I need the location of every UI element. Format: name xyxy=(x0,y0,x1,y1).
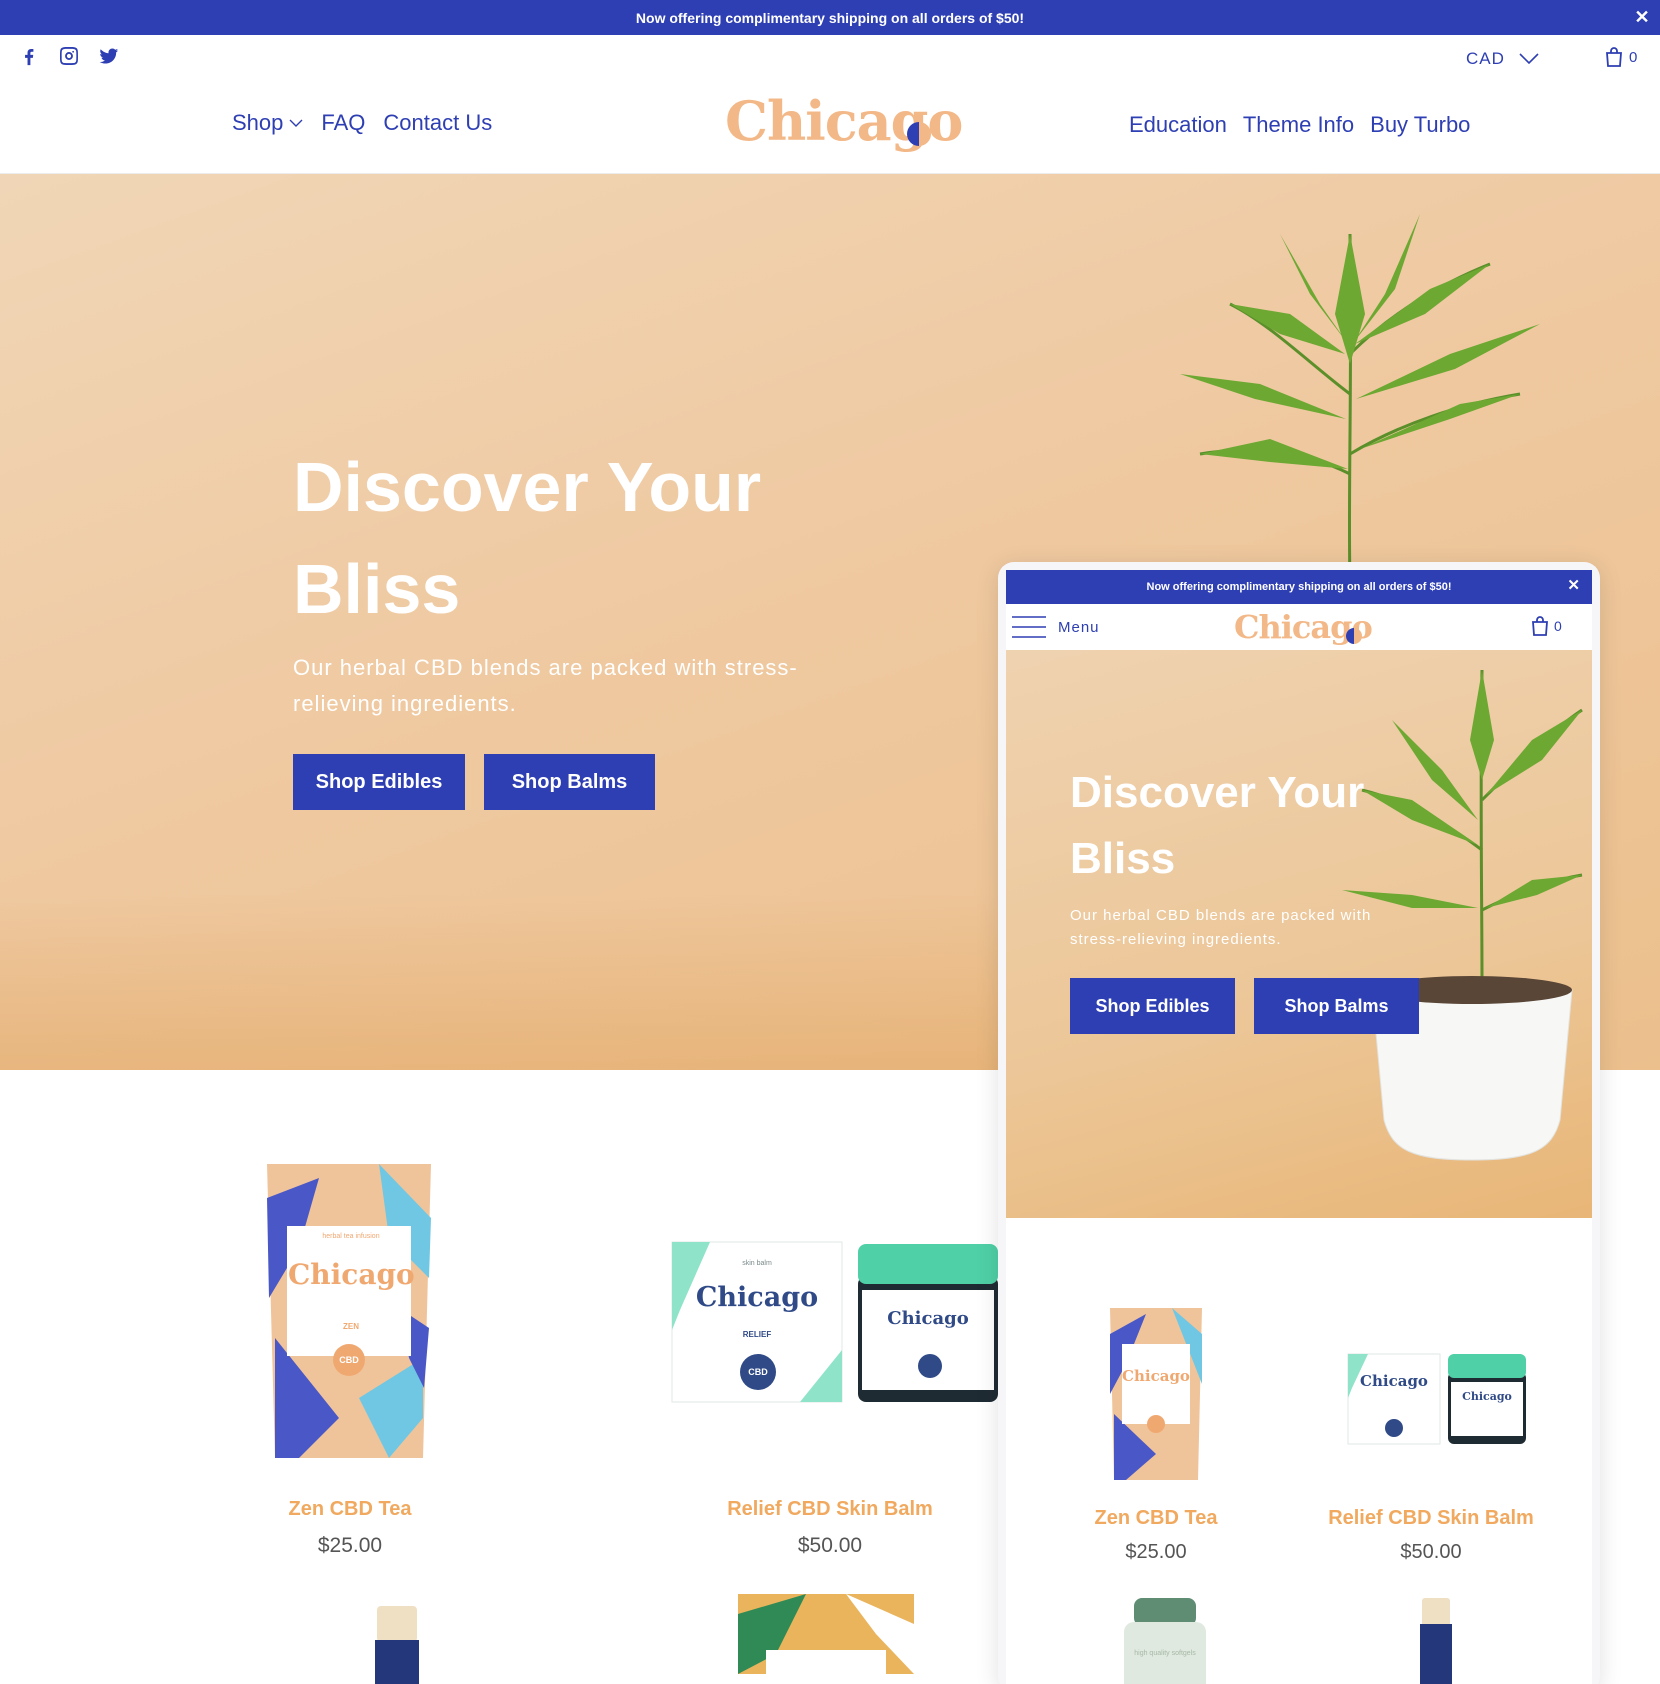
hero-title: Discover Your Bliss xyxy=(293,448,762,628)
nav-item-contact[interactable]: Contact Us xyxy=(383,110,492,136)
balm-tag: skin balm xyxy=(742,1260,772,1267)
chevron-down-icon xyxy=(289,119,303,127)
balm-brand: Chicago xyxy=(695,1282,819,1313)
nav-item-label: Shop xyxy=(232,110,284,135)
shop-edibles-button[interactable]: Shop Edibles xyxy=(293,754,465,810)
product-title[interactable]: Zen CBD Tea xyxy=(240,1498,460,1521)
mobile-product-title[interactable]: Relief CBD Skin Balm xyxy=(1296,1507,1566,1530)
mobile-hero-subtitle: Our herbal CBD blends are packed with st… xyxy=(1070,907,1372,948)
nav-item-label: Theme Info xyxy=(1242,112,1355,137)
pouch-variant: ZEN xyxy=(343,1322,359,1331)
menu-label: Menu xyxy=(1058,618,1100,636)
balm-brand: Chicago xyxy=(1360,1372,1428,1390)
pouch-tag: herbal tea infusion xyxy=(322,1233,380,1240)
announcement-bar: Now offering complimentary shipping on a… xyxy=(0,0,1660,35)
pouch-brand: Chicago xyxy=(1122,1367,1190,1385)
instagram-icon[interactable] xyxy=(58,45,80,67)
lip-balm-image xyxy=(375,1606,419,1684)
nav-item-label: Education xyxy=(1129,112,1227,137)
mobile-cart-button[interactable]: 0 xyxy=(1531,616,1562,636)
social-links xyxy=(18,45,120,67)
mobile-hero-title: Discover Your Bliss xyxy=(1070,768,1365,883)
cart-count: 0 xyxy=(1629,48,1638,66)
mobile-shop-edibles-button[interactable]: Shop Edibles xyxy=(1070,978,1235,1034)
cart-button[interactable]: 0 xyxy=(1605,47,1637,67)
hero-subtitle: Our herbal CBD blends are packed with st… xyxy=(293,655,798,716)
site-header: CAD 0 Shop FAQ Contact Us Chicago Educat… xyxy=(0,35,1660,174)
lip-balm-image xyxy=(1420,1598,1452,1684)
logo-mark-icon xyxy=(1346,628,1362,644)
nav-item-shop[interactable]: Shop xyxy=(232,110,303,136)
mobile-preview: Now offering complimentary shipping on a… xyxy=(998,562,1600,1684)
currency-label: CAD xyxy=(1466,49,1505,68)
product-price: $25.00 xyxy=(317,1534,383,1557)
logo-mark-icon xyxy=(907,122,931,146)
pouch-badge: CBD xyxy=(339,1355,359,1365)
twitter-icon[interactable] xyxy=(98,45,120,67)
primary-nav-right: Education Theme Info Buy Turbo xyxy=(1129,112,1470,138)
nav-item-faq[interactable]: FAQ xyxy=(321,110,365,136)
mobile-announcement-bar: Now offering complimentary shipping on a… xyxy=(1006,570,1592,604)
mobile-shop-balms-button[interactable]: Shop Balms xyxy=(1254,978,1419,1034)
balm-badge: CBD xyxy=(748,1367,768,1377)
hamburger-icon xyxy=(1012,616,1046,638)
primary-nav-left: Shop FAQ Contact Us xyxy=(232,110,492,136)
nav-item-label: Contact Us xyxy=(383,110,493,135)
jar-brand: Chicago xyxy=(887,1308,969,1329)
shopping-bag-icon xyxy=(1606,47,1622,67)
mobile-menu-button[interactable]: Menu xyxy=(1012,615,1100,639)
mobile-announcement-text: Now offering complimentary shipping on a… xyxy=(1146,581,1452,593)
supplement-tag: high quality softgels xyxy=(1134,1650,1196,1657)
chevron-down-icon xyxy=(1519,53,1539,65)
nav-item-label: Buy Turbo xyxy=(1370,112,1471,137)
mobile-product-title[interactable]: Zen CBD Tea xyxy=(1046,1507,1266,1530)
mobile-header: Menu Chicago 0 xyxy=(1006,604,1592,650)
hero-shadow-overlay xyxy=(0,894,1000,1070)
announcement-text: Now offering complimentary shipping on a… xyxy=(635,9,1025,26)
close-icon[interactable]: ✕ xyxy=(1567,576,1580,594)
supplement-bottle-image xyxy=(1124,1598,1206,1684)
shop-balms-button[interactable]: Shop Balms xyxy=(484,754,655,810)
balm-variant: RELIEF xyxy=(742,1330,772,1339)
pouch-brand: Chicago xyxy=(288,1258,415,1291)
site-logo[interactable]: Chicago xyxy=(725,89,963,159)
edible-pouch-image xyxy=(738,1594,914,1674)
currency-selector[interactable]: CAD xyxy=(1466,49,1539,69)
mobile-product-price: $25.00 xyxy=(1125,1541,1187,1563)
mobile-product-price: $50.00 xyxy=(1400,1541,1462,1563)
nav-item-label: FAQ xyxy=(321,110,366,135)
zen-tea-pouch-image xyxy=(1110,1308,1202,1480)
jar-brand: Chicago xyxy=(1462,1390,1512,1403)
nav-item-buy-turbo[interactable]: Buy Turbo xyxy=(1370,112,1470,138)
close-icon[interactable]: ✕ xyxy=(1632,6,1652,28)
cart-count: 0 xyxy=(1554,618,1562,634)
mobile-screen: Now offering complimentary shipping on a… xyxy=(1006,570,1592,1684)
product-card-relief-cbd-skin-balm[interactable]: skin balm Chicago RELIEF CBD Chicago xyxy=(600,1230,998,1450)
zen-tea-pouch-image xyxy=(267,1164,431,1458)
product-title[interactable]: Relief CBD Skin Balm xyxy=(690,1498,970,1521)
mobile-hero-banner: Discover Your Bliss Our herbal CBD blend… xyxy=(1006,650,1592,1218)
product-price: $50.00 xyxy=(797,1534,863,1557)
mobile-logo[interactable]: Chicago xyxy=(1234,608,1374,648)
hemp-plant-image xyxy=(1180,214,1540,584)
nav-item-theme-info[interactable]: Theme Info xyxy=(1243,112,1354,138)
nav-item-education[interactable]: Education xyxy=(1129,112,1227,138)
facebook-icon[interactable] xyxy=(18,45,40,67)
shopping-bag-icon xyxy=(1532,616,1548,636)
